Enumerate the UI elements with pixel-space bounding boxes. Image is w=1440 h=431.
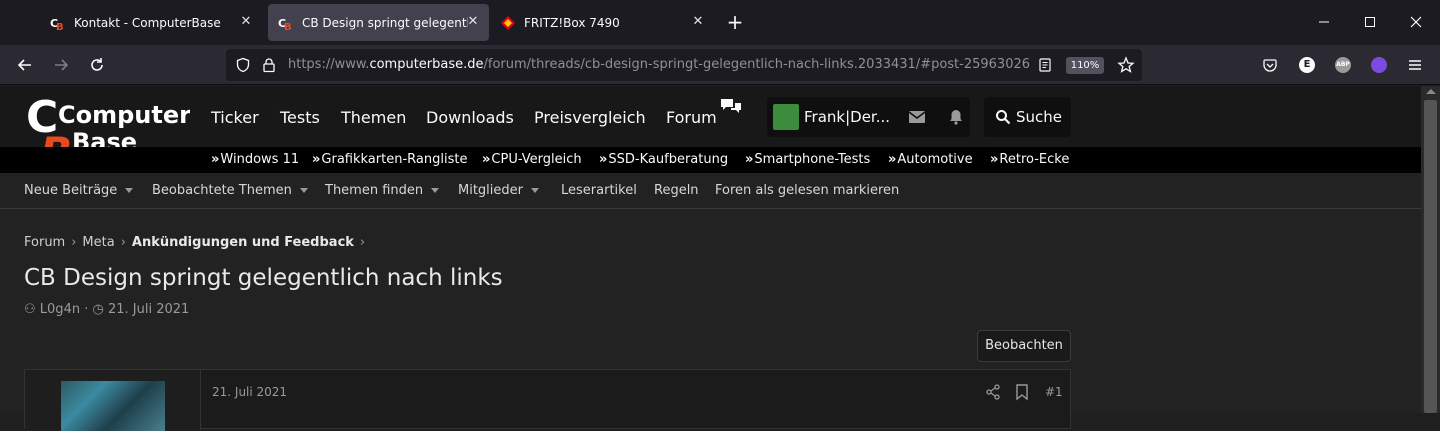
clock-icon: ◷: [92, 302, 104, 317]
post-container: 21. Juli 2021 #1: [24, 369, 1071, 431]
secnav-themen-finden[interactable]: Themen finden: [325, 182, 440, 200]
bookmark-icon[interactable]: [1015, 383, 1029, 401]
breadcrumb-ankuendigungen[interactable]: Ankündigungen und Feedback: [132, 235, 354, 250]
lock-icon[interactable]: [261, 57, 277, 73]
caret-down-icon: [125, 188, 134, 193]
extension-purple-icon[interactable]: [1371, 57, 1387, 73]
url-bar[interactable]: https://www.computerbase.de/forum/thread…: [226, 49, 1142, 81]
chevron-right-icon: ›: [71, 235, 77, 250]
topic-retro[interactable]: Retro-Ecke: [990, 150, 1069, 170]
mail-icon[interactable]: [909, 110, 925, 124]
cb-favicon-icon: CB: [278, 15, 294, 31]
topic-cpu-vergleich[interactable]: CPU-Vergleich: [482, 150, 581, 170]
scrollbar-thumb[interactable]: [1424, 100, 1437, 413]
nav-downloads[interactable]: Downloads: [426, 106, 514, 130]
back-icon[interactable]: [16, 56, 34, 74]
maximize-icon[interactable]: [1362, 14, 1378, 30]
nav-themen[interactable]: Themen: [341, 106, 406, 130]
chevron-right-icon: ›: [359, 235, 366, 250]
topic-smartphone[interactable]: Smartphone-Tests: [745, 150, 870, 170]
tab-fritzbox[interactable]: FRITZ!Box 7490 ✕: [490, 4, 714, 41]
chevron-right-icon: ›: [120, 235, 126, 250]
user-icon: ⚇: [24, 302, 36, 317]
breadcrumb-forum[interactable]: Forum: [24, 235, 65, 250]
caret-down-icon: [299, 188, 308, 193]
cb-favicon-icon: CB: [50, 15, 66, 31]
minimize-icon[interactable]: [1316, 14, 1332, 30]
thread-meta: ⚇ L0g4n · ◷ 21. Juli 2021: [24, 302, 190, 317]
zoom-level-badge[interactable]: 110%: [1066, 57, 1104, 74]
secnav-regeln[interactable]: Regeln: [654, 182, 699, 200]
share-icon[interactable]: [985, 383, 1001, 401]
thread-date[interactable]: 21. Juli 2021: [108, 302, 189, 317]
secnav-leserartikel[interactable]: Leserartikel: [561, 182, 637, 200]
close-tab-icon[interactable]: ✕: [465, 14, 481, 30]
new-tab-button[interactable]: +: [725, 12, 745, 32]
search-icon: [996, 110, 1011, 125]
extension-e-icon[interactable]: E: [1299, 57, 1315, 73]
browser-toolbar: https://www.computerbase.de/forum/thread…: [0, 45, 1440, 85]
breadcrumb-meta[interactable]: Meta: [82, 235, 114, 250]
topic-grafikkarten[interactable]: Grafikkarten-Rangliste: [312, 150, 467, 170]
browser-tab-bar: CB Kontakt - ComputerBase ✕ CB CB Design…: [0, 0, 1440, 45]
post-date[interactable]: 21. Juli 2021: [212, 384, 287, 400]
fritzbox-favicon-icon: [500, 15, 516, 31]
topic-windows-11[interactable]: Windows 11: [211, 150, 299, 170]
adblock-plus-icon[interactable]: ABP: [1335, 57, 1351, 73]
topic-ssd[interactable]: SSD-Kaufberatung: [599, 150, 728, 170]
forum-nav: Neue Beiträge Beobachtete Themen Themen …: [0, 173, 1421, 209]
reload-icon[interactable]: [88, 56, 106, 74]
post-number[interactable]: #1: [1045, 384, 1063, 400]
post-avatar[interactable]: [61, 381, 165, 431]
secnav-neue-beitraege[interactable]: Neue Beiträge: [24, 182, 134, 200]
nav-tests[interactable]: Tests: [280, 106, 320, 130]
tab-title: CB Design springt gelegentlich nach link…: [302, 15, 468, 30]
website-content: C Computer B Base Ticker Tests Themen Do…: [0, 86, 1421, 431]
search-label: Suche: [1016, 108, 1063, 126]
watch-button[interactable]: Beobachten: [977, 330, 1071, 362]
svg-text:B: B: [284, 22, 292, 31]
forum-chat-icon: [721, 99, 741, 113]
page-title: CB Design springt gelegentlich nach link…: [24, 265, 503, 291]
thread-author[interactable]: L0g4n: [40, 302, 80, 317]
bookmark-star-icon[interactable]: [1117, 56, 1135, 74]
site-header: C Computer B Base Ticker Tests Themen Do…: [0, 86, 1421, 173]
nav-forum[interactable]: Forum: [666, 106, 717, 130]
close-window-icon[interactable]: [1408, 14, 1424, 30]
bell-icon[interactable]: [949, 109, 963, 125]
post-user-column: [25, 370, 201, 431]
caret-down-icon: [531, 188, 539, 193]
pocket-icon[interactable]: [1262, 57, 1278, 73]
breadcrumb: Forum › Meta › Ankündigungen und Feedback ›: [24, 234, 371, 252]
user-avatar[interactable]: [773, 104, 799, 130]
tab-title: Kontakt - ComputerBase: [74, 15, 221, 30]
tab-title: FRITZ!Box 7490: [524, 15, 620, 30]
scroll-up-arrow-icon[interactable]: [1426, 89, 1436, 94]
close-tab-icon[interactable]: ✕: [690, 14, 706, 30]
nav-ticker[interactable]: Ticker: [211, 106, 259, 130]
shield-icon[interactable]: [235, 57, 251, 73]
tab-cb-design[interactable]: CB CB Design springt gelegentlich nach l…: [268, 4, 489, 41]
user-account-box[interactable]: Frank|Der...: [767, 97, 970, 137]
secnav-mark-read[interactable]: Foren als gelesen markieren: [715, 182, 899, 200]
forward-icon[interactable]: [52, 56, 70, 74]
tab-kontakt[interactable]: CB Kontakt - ComputerBase ✕: [40, 4, 262, 41]
reader-view-icon[interactable]: [1037, 57, 1053, 73]
close-tab-icon[interactable]: ✕: [238, 14, 254, 30]
topic-automotive[interactable]: Automotive: [888, 150, 972, 170]
secnav-beobachtete-themen[interactable]: Beobachtete Themen: [152, 182, 308, 200]
nav-preisvergleich[interactable]: Preisvergleich: [534, 106, 646, 130]
caret-down-icon: [431, 188, 440, 193]
user-name[interactable]: Frank|Der...: [804, 105, 890, 129]
url-text[interactable]: https://www.computerbase.de/forum/thread…: [288, 49, 1030, 81]
secnav-mitglieder[interactable]: Mitglieder: [458, 182, 539, 200]
svg-text:B: B: [56, 22, 64, 31]
svg-text:Computer: Computer: [58, 101, 190, 129]
header-wave-decoration: [150, 147, 210, 173]
menu-icon[interactable]: [1406, 56, 1424, 74]
search-button[interactable]: Suche: [984, 97, 1071, 137]
